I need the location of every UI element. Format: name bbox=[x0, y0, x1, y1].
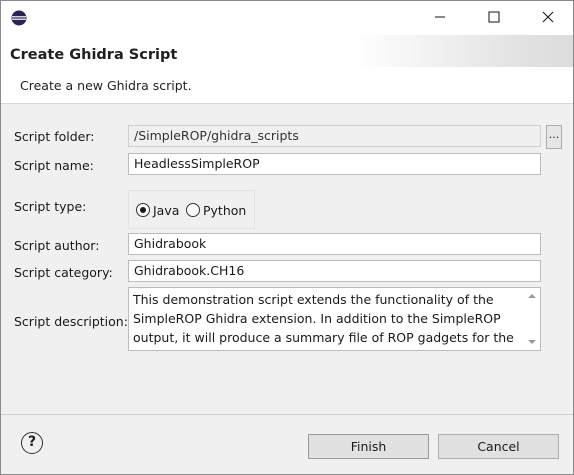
script-author-label: Script author: bbox=[14, 238, 100, 253]
cancel-button[interactable]: Cancel bbox=[438, 434, 559, 459]
script-category-label: Script category: bbox=[14, 265, 113, 280]
radio-python-label[interactable]: Python bbox=[203, 203, 246, 218]
header-decoration bbox=[353, 35, 573, 67]
scroll-down-icon[interactable] bbox=[528, 340, 536, 344]
script-description-label: Script description: bbox=[14, 314, 128, 329]
scroll-up-icon[interactable] bbox=[528, 294, 536, 298]
script-name-label: Script name: bbox=[14, 158, 94, 173]
radio-python[interactable] bbox=[186, 203, 200, 217]
radio-selected-dot bbox=[140, 207, 146, 213]
radio-java-label[interactable]: Java bbox=[153, 203, 179, 218]
script-name-field[interactable]: HeadlessSimpleROP bbox=[128, 153, 541, 175]
title-bar bbox=[1, 1, 573, 35]
dialog-description: Create a new Ghidra script. bbox=[20, 78, 192, 93]
minimize-button[interactable] bbox=[417, 1, 463, 35]
footer-separator bbox=[1, 414, 573, 415]
wizard-header: Create Ghidra Script Create a new Ghidra… bbox=[1, 35, 573, 104]
script-folder-label: Script folder: bbox=[14, 129, 95, 144]
close-button[interactable] bbox=[525, 1, 571, 35]
script-type-label: Script type: bbox=[14, 199, 87, 214]
dialog-title: Create Ghidra Script bbox=[10, 47, 178, 63]
maximize-icon bbox=[488, 11, 500, 26]
script-author-field[interactable]: Ghidrabook bbox=[128, 233, 541, 255]
create-ghidra-script-dialog: Create Ghidra Script Create a new Ghidra… bbox=[0, 0, 574, 475]
script-description-text[interactable]: This demonstration script extends the fu… bbox=[133, 290, 517, 347]
eclipse-icon bbox=[11, 10, 27, 26]
close-icon bbox=[542, 11, 554, 26]
script-type-group: Java Python bbox=[128, 190, 255, 229]
minimize-icon bbox=[434, 11, 446, 26]
maximize-button[interactable] bbox=[471, 1, 517, 35]
script-description-field[interactable]: This demonstration script extends the fu… bbox=[128, 287, 541, 351]
script-folder-field[interactable]: /SimpleROP/ghidra_scripts bbox=[128, 125, 541, 147]
help-icon[interactable]: ? bbox=[21, 432, 43, 454]
description-scrollbar[interactable] bbox=[523, 288, 540, 350]
browse-folder-button[interactable]: ... bbox=[546, 125, 562, 149]
radio-java[interactable] bbox=[136, 203, 150, 217]
script-category-field[interactable]: Ghidrabook.CH16 bbox=[128, 260, 541, 282]
finish-button[interactable]: Finish bbox=[308, 434, 429, 459]
